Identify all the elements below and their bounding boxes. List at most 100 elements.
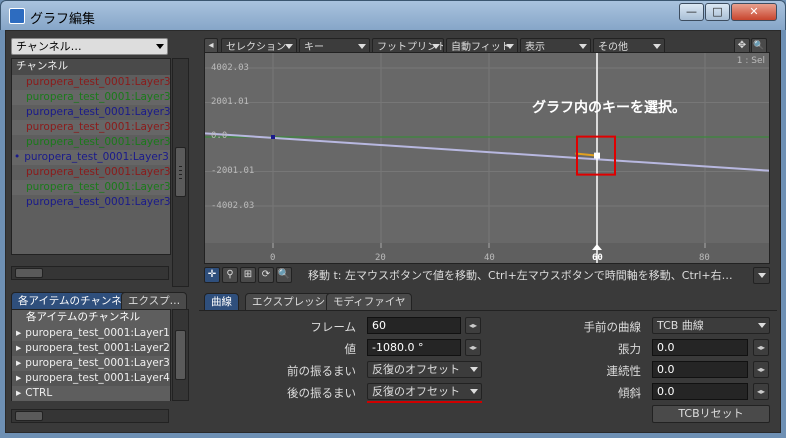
y-tick-label: 0.0 [211, 131, 228, 141]
channel-filter-value: チャンネル… [16, 40, 82, 53]
key-tool-icon[interactable]: ⚲ [222, 267, 238, 283]
expand-arrow-icon[interactable]: ▸ [16, 327, 21, 339]
post-behavior-dropdown[interactable]: 反復のオフセット [367, 383, 482, 400]
tree-item-label: puropera_test_0001:Layer2 [25, 342, 170, 354]
item-tree-scrollbar[interactable] [172, 309, 189, 401]
corner-label: 1 : Sel [736, 56, 765, 66]
value-stepper[interactable]: ◂▸ [465, 339, 481, 356]
bias-stepper[interactable]: ◂▸ [753, 383, 769, 400]
tab-divider [199, 310, 777, 311]
value-label: 値 [344, 342, 357, 356]
tree-item[interactable]: ▸ puropera_test_0001:Layer4 [12, 371, 170, 386]
window-title: グラフ編集 [30, 12, 96, 27]
post-behavior-value: 反復のオフセット [372, 385, 460, 398]
annotation-text: グラフ内のキーを選択。 [532, 100, 686, 116]
channel-list-item[interactable]: • puropera_test_0001:Layer3.Ro [12, 150, 170, 165]
post-behavior-label: 後の振るまい [287, 386, 356, 400]
channel-name: puropera_test_0001:Layer3.Po [26, 91, 170, 103]
key-point [271, 135, 275, 139]
tree-hscrollbar-thumb[interactable] [15, 411, 43, 421]
y-tick-label: 4002.03 [211, 63, 249, 73]
channel-list: チャンネル puropera_test_0001:Layer3.Popurope… [11, 58, 171, 255]
y-tick-label: 2001.01 [211, 97, 249, 107]
channel-filter-dropdown[interactable]: チャンネル… [11, 38, 168, 55]
tree-item[interactable]: ▸ puropera_test_0001:Layer2 [12, 341, 170, 356]
tab-item-channels[interactable]: 各アイテムのチャンネル [11, 292, 140, 309]
tree-item[interactable]: ▸ CTRL [12, 386, 170, 401]
add-key-icon[interactable]: ✛ [204, 267, 220, 283]
continuity-field[interactable]: 0.0 [652, 361, 748, 378]
continuity-stepper[interactable]: ◂▸ [753, 361, 769, 378]
pre-behavior-dropdown[interactable]: 反復のオフセット [367, 361, 482, 378]
channel-list-item[interactable]: puropera_test_0001:Layer3.Po [12, 90, 170, 105]
expand-arrow-icon[interactable]: ▸ [16, 372, 21, 384]
refresh-icon[interactable]: ⟳ [258, 267, 274, 283]
channel-name: puropera_test_0001:Layer3.Ro [26, 121, 170, 133]
channel-list-item[interactable]: puropera_test_0001:Layer3.Po [12, 75, 170, 90]
channel-name: puropera_test_0001:Layer3.Po [26, 76, 170, 88]
item-tree-hscrollbar[interactable] [11, 409, 169, 423]
expand-arrow-icon[interactable]: ▸ [16, 342, 21, 354]
y-tick-label: -2001.01 [211, 166, 255, 176]
hscrollbar-thumb[interactable] [15, 268, 43, 278]
channel-name: puropera_test_0001:Layer3.Sc [26, 166, 170, 178]
expand-arrow-icon[interactable]: ▸ [16, 357, 21, 369]
scrollbar-thumb[interactable] [175, 147, 186, 197]
minimize-button[interactable]: — [679, 3, 704, 21]
incoming-curve-dropdown[interactable]: TCB 曲線 [652, 317, 770, 334]
tree-item-label: puropera_test_0001:Layer3 [25, 357, 170, 369]
incoming-curve-value: TCB 曲線 [657, 319, 704, 332]
value-field[interactable]: -1080.0 ° [367, 339, 461, 356]
frame-field[interactable]: 60 [367, 317, 461, 334]
channel-list-item[interactable]: puropera_test_0001:Layer3.Sc [12, 165, 170, 180]
frame-tool-icon[interactable]: ⊞ [240, 267, 256, 283]
tree-item-label: puropera_test_0001:Layer4 [25, 372, 170, 384]
bias-field[interactable]: 0.0 [652, 383, 748, 400]
tree-scrollbar-thumb[interactable] [175, 330, 186, 380]
item-tree: 各アイテムのチャンネル ▸ puropera_test_0001:Layer1 ▸ p… [11, 309, 171, 401]
frame-label: フレーム [310, 320, 356, 334]
channel-list-item[interactable]: puropera_test_0001:Layer3.Sc [12, 180, 170, 195]
pre-behavior-value: 反復のオフセット [372, 363, 460, 376]
tree-item-label: puropera_test_0001:Layer1 [25, 327, 170, 339]
channel-name: puropera_test_0001:Layer3.Sc [26, 196, 170, 208]
tree-item[interactable]: ▸ puropera_test_0001:Layer1 [12, 326, 170, 341]
tension-stepper[interactable]: ◂▸ [753, 339, 769, 356]
frame-stepper[interactable]: ◂▸ [465, 317, 481, 334]
curve-svg[interactable] [205, 53, 770, 264]
channel-name: puropera_test_0001:Layer3.Sc [26, 181, 170, 193]
tab-expressions-left[interactable]: エクスプ… [121, 292, 188, 309]
bias-label: 傾斜 [618, 386, 641, 400]
x-tick-label: 20 [375, 253, 386, 263]
selected-key-point [594, 152, 600, 159]
channel-list-item[interactable]: puropera_test_0001:Layer3.Ro [12, 135, 170, 150]
tab-curve[interactable]: 曲線 [204, 293, 239, 310]
current-frame-label: 60 [592, 253, 603, 263]
x-tick-label: 0 [270, 253, 276, 263]
channel-list-item[interactable]: puropera_test_0001:Layer3.Sc [12, 195, 170, 210]
pre-behavior-label: 前の振るまい [287, 364, 356, 378]
channel-name: puropera_test_0001:Layer3.Po [26, 106, 170, 118]
channel-list-hscrollbar[interactable] [11, 266, 169, 280]
incoming-curve-label: 手前の曲線 [583, 320, 642, 334]
tension-field[interactable]: 0.0 [652, 339, 748, 356]
item-tree-header: 各アイテムのチャンネル [26, 311, 141, 323]
channel-list-scrollbar[interactable] [172, 58, 189, 287]
expand-arrow-icon[interactable]: ▸ [16, 387, 21, 399]
maximize-button[interactable]: □ [705, 3, 730, 21]
tree-item[interactable]: ▸ puropera_test_0001:Layer3 [12, 356, 170, 371]
zoom-icon[interactable]: 🔍 [276, 267, 292, 283]
channel-list-item[interactable]: puropera_test_0001:Layer3.Po [12, 105, 170, 120]
channel-name: puropera_test_0001:Layer3.Ro [26, 136, 170, 148]
close-button[interactable]: ✕ [731, 3, 777, 21]
channel-list-item[interactable]: puropera_test_0001:Layer3.Ro [12, 120, 170, 135]
channel-list-header: チャンネル [12, 59, 170, 75]
curve-graph[interactable]: 4002.03 2001.01 0.0 -2001.01 -4002.03 0 … [204, 52, 770, 264]
status-dropdown[interactable] [753, 267, 770, 284]
status-message: 移動 t: 左マウスボタンで値を移動、Ctrl+左マウスボタンで時間軸を移動、C… [308, 267, 748, 284]
curve-line [205, 132, 769, 172]
tcb-reset-button[interactable]: TCBリセット [652, 405, 770, 423]
x-tick-label: 80 [699, 253, 710, 263]
highlight-underline [367, 401, 482, 403]
tab-modifier[interactable]: モディファイヤ [326, 293, 413, 310]
